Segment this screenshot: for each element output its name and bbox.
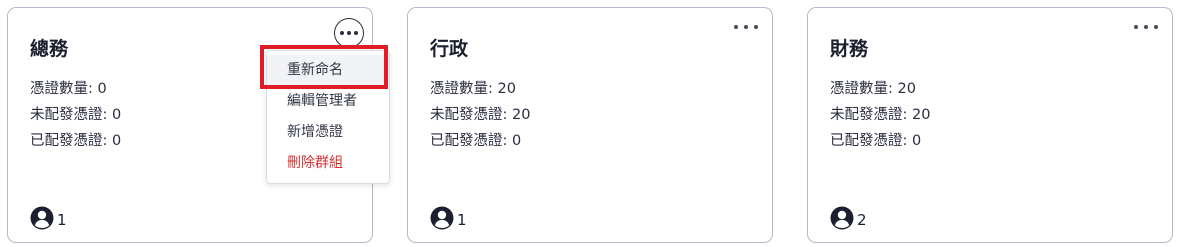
certificate-count: 憑證數量: 20 bbox=[830, 81, 916, 97]
group-stats: 憑證數量: 20 未配發憑證: 20 已配發憑證: 0 bbox=[830, 76, 930, 154]
menu-item-add-certificate[interactable]: 新增憑證 bbox=[267, 117, 389, 148]
context-menu: 重新命名 編輯管理者 新增憑證 刪除群組 bbox=[266, 50, 390, 184]
group-stats: 憑證數量: 20 未配發憑證: 20 已配發憑證: 0 bbox=[430, 76, 530, 154]
dot bbox=[754, 25, 758, 29]
member-count[interactable]: 2 bbox=[830, 206, 867, 230]
menu-item-edit-admins[interactable]: 編輯管理者 bbox=[267, 86, 389, 117]
member-count-value: 1 bbox=[57, 211, 67, 229]
dot bbox=[347, 31, 351, 35]
unassigned-count: 未配發憑證: 20 bbox=[430, 107, 531, 123]
menu-item-rename[interactable]: 重新命名 bbox=[267, 55, 389, 86]
group-title: 行政 bbox=[430, 38, 469, 60]
assigned-count: 已配發憑證: 0 bbox=[430, 133, 522, 149]
dot bbox=[340, 31, 344, 35]
group-card: 財務 憑證數量: 20 未配發憑證: 20 已配發憑證: 0 2 bbox=[807, 7, 1173, 243]
dot bbox=[744, 25, 748, 29]
dot bbox=[734, 25, 738, 29]
group-stats: 憑證數量: 0 未配發憑證: 0 已配發憑證: 0 bbox=[30, 76, 121, 154]
group-title: 財務 bbox=[830, 38, 869, 60]
menu-item-delete-group[interactable]: 刪除群組 bbox=[267, 148, 389, 179]
dot bbox=[1134, 25, 1138, 29]
member-count[interactable]: 1 bbox=[30, 206, 67, 230]
certificate-count: 憑證數量: 0 bbox=[30, 81, 107, 97]
more-options-button[interactable] bbox=[334, 18, 364, 48]
more-options-button[interactable] bbox=[1134, 20, 1158, 34]
member-count-value: 1 bbox=[457, 211, 467, 229]
group-title: 總務 bbox=[30, 38, 69, 60]
dot bbox=[1144, 25, 1148, 29]
group-card: 行政 憑證數量: 20 未配發憑證: 20 已配發憑證: 0 1 bbox=[407, 7, 773, 243]
more-options-button[interactable] bbox=[734, 20, 758, 34]
user-circle-icon bbox=[30, 206, 54, 230]
user-circle-icon bbox=[430, 206, 454, 230]
unassigned-count: 未配發憑證: 0 bbox=[30, 107, 122, 123]
dot bbox=[354, 31, 358, 35]
member-count[interactable]: 1 bbox=[430, 206, 467, 230]
user-circle-icon bbox=[830, 206, 854, 230]
assigned-count: 已配發憑證: 0 bbox=[830, 133, 922, 149]
dot bbox=[1154, 25, 1158, 29]
unassigned-count: 未配發憑證: 20 bbox=[830, 107, 931, 123]
assigned-count: 已配發憑證: 0 bbox=[30, 133, 122, 149]
member-count-value: 2 bbox=[857, 211, 867, 229]
certificate-count: 憑證數量: 20 bbox=[430, 81, 516, 97]
